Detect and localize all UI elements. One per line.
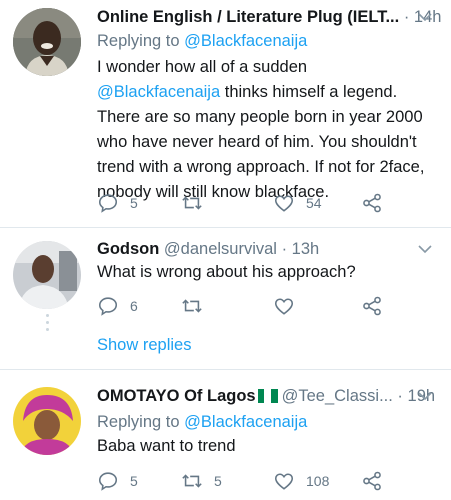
avatar[interactable] [13,8,81,76]
replying-label: Replying to [97,32,180,50]
dot-separator: · [281,240,288,258]
retweet-icon [182,474,202,488]
dot-separator: · [397,387,403,405]
tweet-actions: 5 5 108 [97,469,397,493]
dot-separator: · [403,8,410,26]
like-icon [274,298,294,315]
replying-to: Replying to @Blackfacenaija [97,29,307,53]
thread-connector [46,314,49,335]
share-icon [363,193,381,213]
chevron-down-icon[interactable] [417,237,433,261]
avatar[interactable] [13,387,81,455]
tweet-actions: 5 54 [97,191,397,215]
reply-icon [98,297,118,316]
tweet-text: Baba want to trend [97,437,236,455]
retweet-button[interactable] [181,294,203,318]
chevron-down-icon[interactable] [417,5,433,29]
display-name[interactable]: OMOTAYO Of Lagos [97,387,256,405]
retweet-button[interactable] [181,191,203,215]
retweet-icon [182,299,202,313]
tweet-text: I wonder how all of a sudden @Blackfacen… [97,55,427,205]
reply-count: 5 [130,195,138,211]
like-count: 108 [306,473,330,489]
replying-handle-link[interactable]: @Blackfacenaija [184,413,307,431]
reply-button[interactable]: 5 [97,469,138,493]
share-icon [363,471,381,491]
tweet[interactable]: Godson @danelsurvival · 13h What is wron… [0,228,451,368]
like-icon [274,473,294,490]
tweet-actions: 6 [97,294,397,318]
chevron-down-icon[interactable] [417,384,433,408]
tweet-text: What is wrong about his approach? [97,263,356,281]
reply-count: 6 [130,298,138,314]
replying-label: Replying to [97,413,180,431]
display-name[interactable]: Godson [97,240,159,258]
retweet-count: 5 [214,473,222,489]
share-button[interactable] [361,294,383,318]
show-replies-link[interactable]: Show replies [97,333,191,357]
reply-button[interactable]: 5 [97,191,138,215]
share-icon [363,296,381,316]
reply-button[interactable]: 6 [97,294,138,318]
tweet[interactable]: OMOTAYO Of Lagos @Tee_Classi... · 19h Rep… [0,370,451,500]
user-handle[interactable]: @Tee_Classi... [282,387,393,405]
replying-handle-link[interactable]: @Blackfacenaija [184,32,307,50]
reply-count: 5 [130,473,138,489]
avatar[interactable] [13,241,81,309]
nigeria-flag-icon [257,389,278,403]
reply-icon [98,472,118,491]
share-button[interactable] [361,469,383,493]
replying-to: Replying to @Blackfacenaija [97,410,307,434]
share-button[interactable] [361,191,383,215]
like-button[interactable]: 108 [273,469,329,493]
like-button[interactable] [273,294,295,318]
like-button[interactable]: 54 [273,191,322,215]
display-name[interactable]: Online English / Literature Plug (IELT..… [97,8,399,26]
tweet[interactable]: Online English / Literature Plug (IELT..… [0,0,451,228]
like-count: 54 [306,195,322,211]
tweet-text-start: I wonder how all of a sudden [97,58,308,76]
user-handle[interactable]: @danelsurvival [164,240,277,258]
retweet-button[interactable]: 5 [181,469,222,493]
retweet-icon [182,196,202,210]
tweet-time[interactable]: 13h [292,240,320,258]
mention-link[interactable]: @Blackfacenaija [97,83,220,101]
like-icon [274,195,294,212]
reply-icon [98,194,118,213]
